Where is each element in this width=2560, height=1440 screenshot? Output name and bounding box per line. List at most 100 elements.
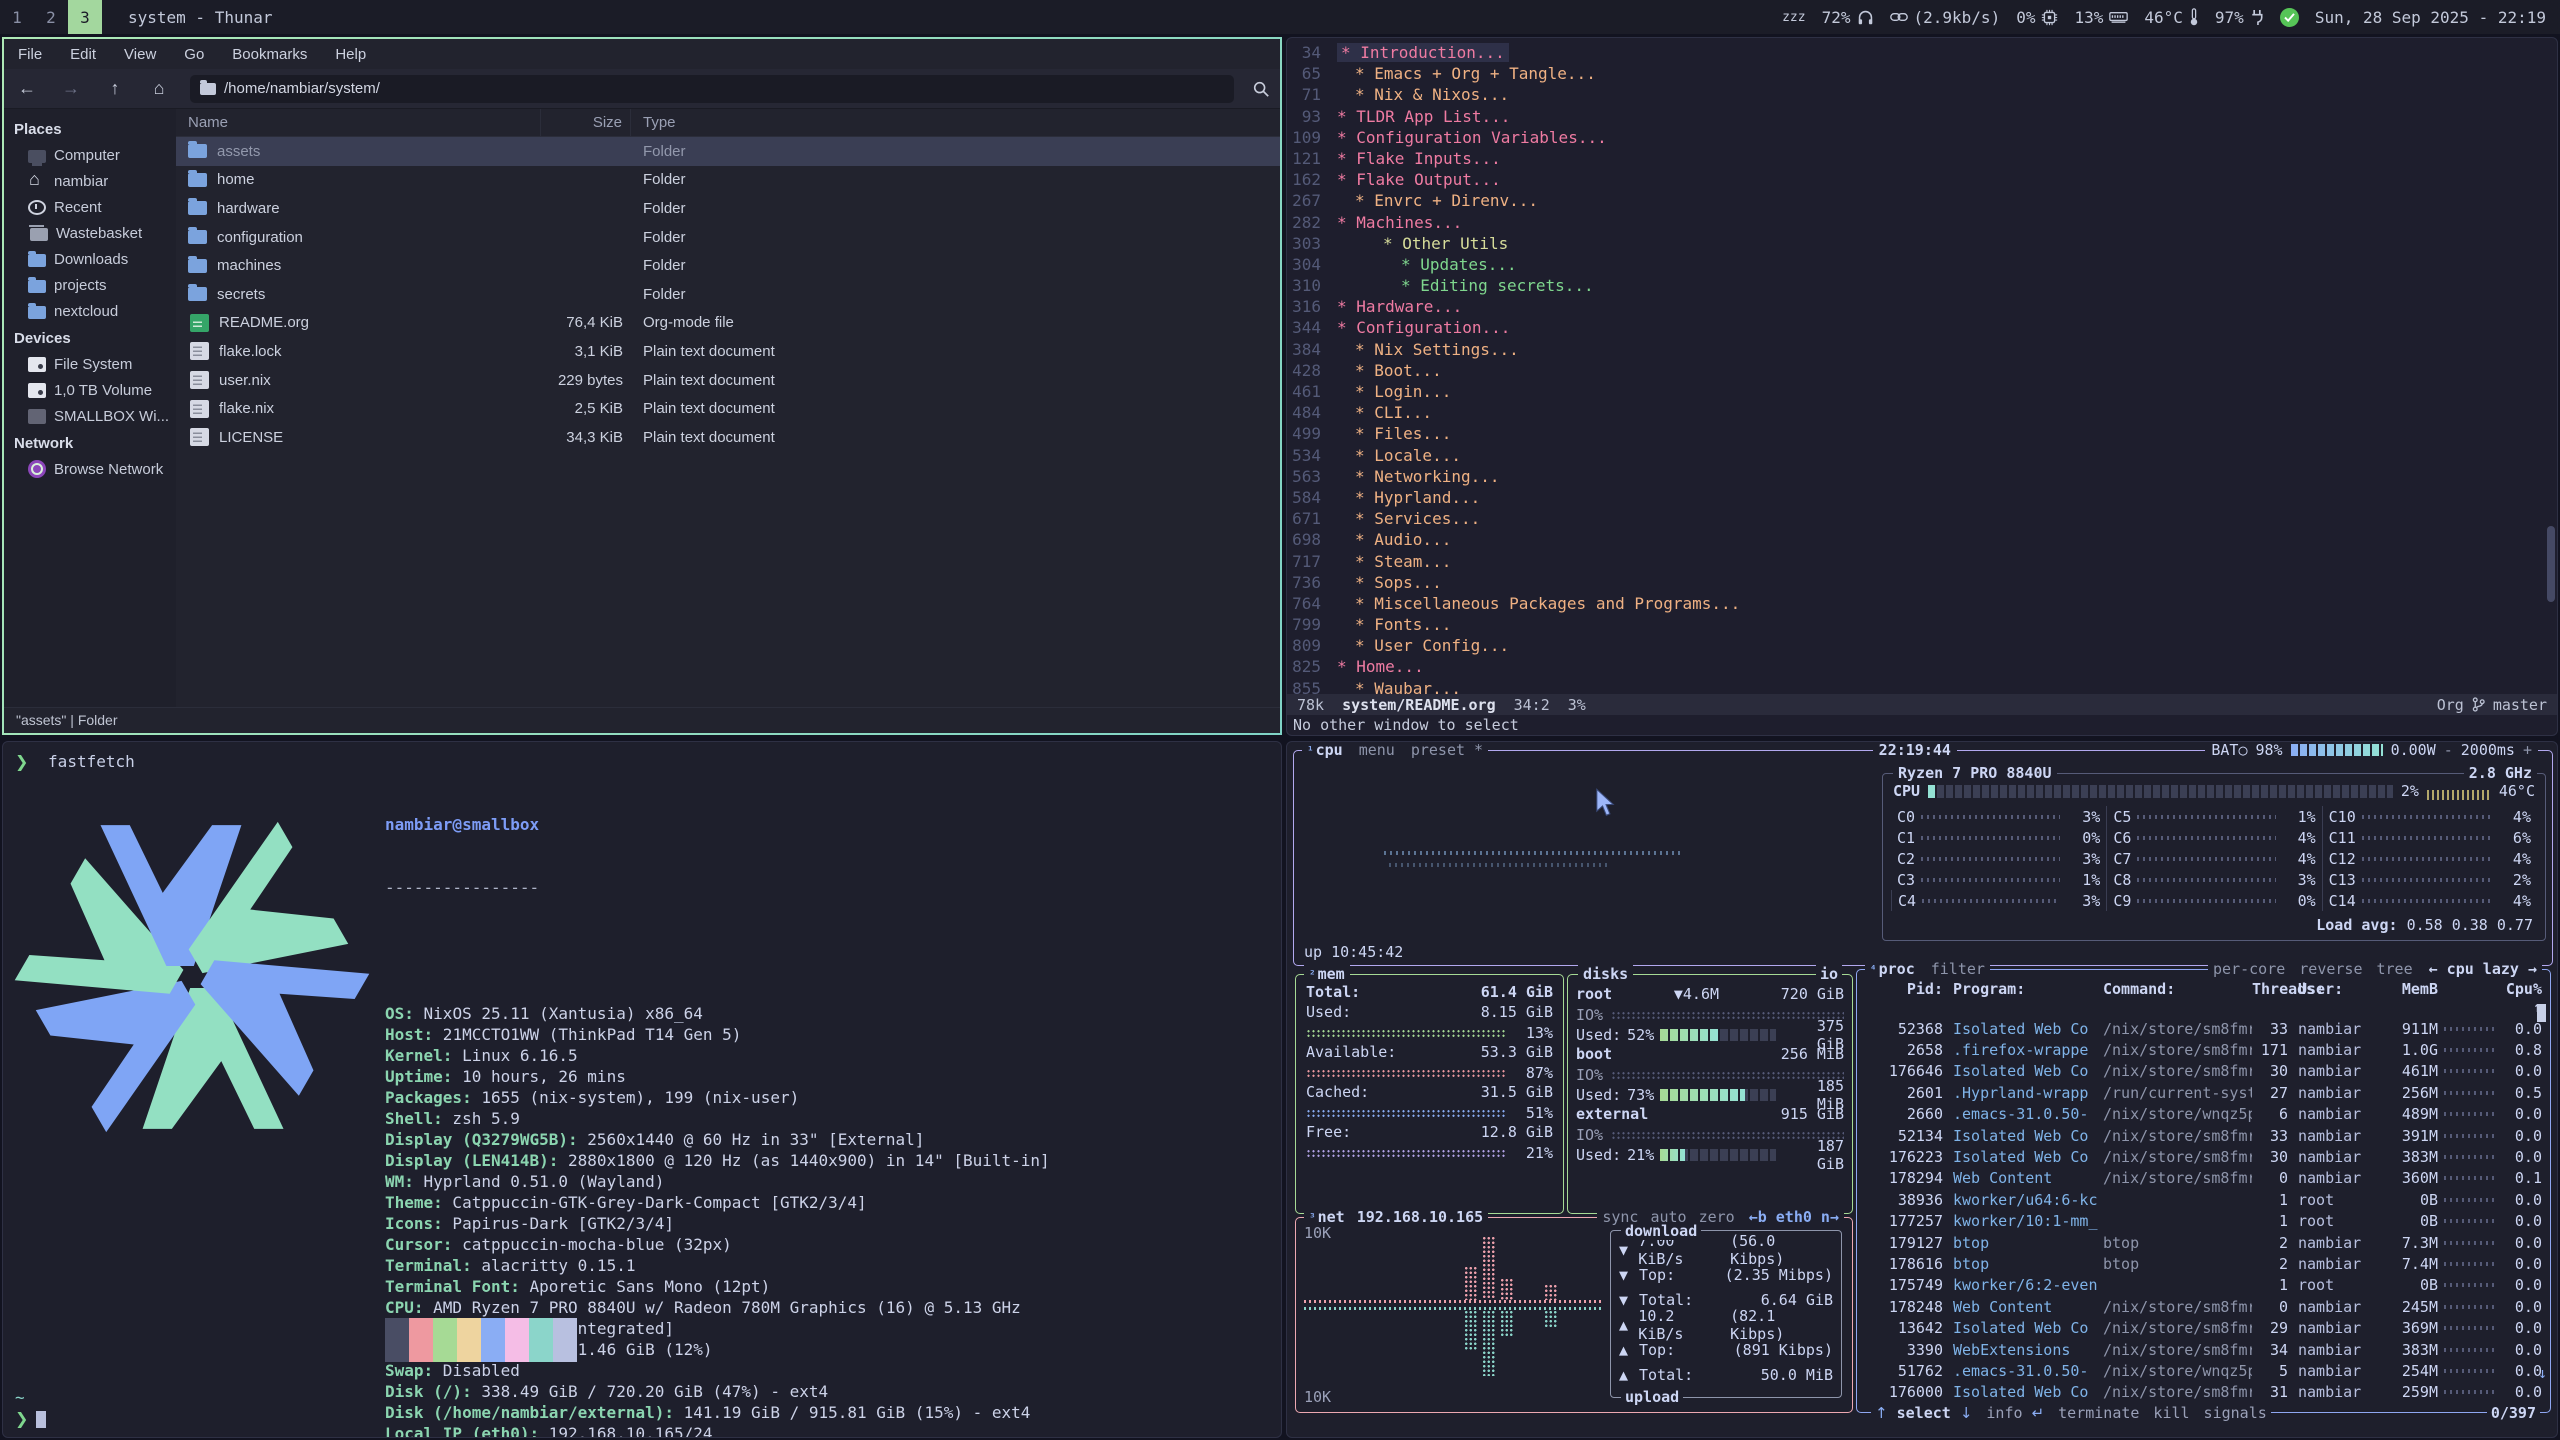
- sidebar-item[interactable]: 1,0 TB Volume: [4, 377, 176, 403]
- process-row[interactable]: 176646 Isolated Web Co /nix/store/sm8fmr…: [1857, 1061, 2550, 1082]
- file-row[interactable]: flake.nix 2,5 KiB Plain text document: [176, 394, 1280, 423]
- sidebar-item[interactable]: Recent: [4, 194, 176, 220]
- workspace-button[interactable]: 1: [0, 0, 34, 34]
- sort-selector[interactable]: ← cpu lazy →: [2429, 960, 2537, 978]
- process-row[interactable]: 178616 btop btop 2 nambiar 7.4M 0.0: [1857, 1253, 2550, 1274]
- search-icon[interactable]: [1252, 80, 1270, 98]
- proc-scrollbar-thumb[interactable]: [2537, 1004, 2546, 1022]
- proc-footer-action[interactable]: terminate: [2058, 1404, 2139, 1422]
- org-heading-line[interactable]: 267 * Envrc + Direnv...: [1287, 190, 2557, 211]
- org-heading-line[interactable]: 736 * Sops...: [1287, 572, 2557, 593]
- proc-tab[interactable]: proc: [1879, 960, 1915, 978]
- interval-increase[interactable]: +: [2523, 741, 2532, 759]
- preset-button[interactable]: preset *: [1411, 741, 1483, 759]
- header-pid[interactable]: Pid:: [1865, 980, 1953, 1016]
- process-row[interactable]: 178294 Web Content /nix/store/sm8fmrf3wp…: [1857, 1168, 2550, 1189]
- process-row[interactable]: 176223 Isolated Web Co /nix/store/sm8fmr…: [1857, 1146, 2550, 1167]
- forward-button[interactable]: →: [58, 78, 84, 99]
- proc-footer-action[interactable]: signals: [2204, 1404, 2267, 1422]
- column-header-size[interactable]: Size: [541, 109, 631, 136]
- process-row[interactable]: 38936 kworker/u64:6-kc 1 root 0B 0.0: [1857, 1189, 2550, 1210]
- scroll-down-indicator[interactable]: ↓: [2538, 1364, 2547, 1382]
- header-mem[interactable]: MemB: [2382, 980, 2438, 1016]
- cpu-tab[interactable]: cpu: [1316, 741, 1343, 759]
- workspace-button[interactable]: 2: [34, 0, 68, 34]
- header-cpu[interactable]: Cpu% ↑: [2502, 980, 2542, 1016]
- org-heading-line[interactable]: 310 * Editing secrets...: [1287, 275, 2557, 296]
- org-heading-line[interactable]: 698 * Audio...: [1287, 529, 2557, 550]
- header-command[interactable]: Command:: [2103, 980, 2252, 1016]
- org-heading-line[interactable]: 316 * Hardware...: [1287, 296, 2557, 317]
- file-row[interactable]: home Folder: [176, 166, 1280, 195]
- file-row[interactable]: configuration Folder: [176, 223, 1280, 252]
- org-heading-line[interactable]: 71 * Nix & Nixos...: [1287, 84, 2557, 105]
- path-bar[interactable]: /home/nambiar/system/: [190, 75, 1234, 103]
- menu-item[interactable]: Go: [184, 46, 204, 63]
- file-row[interactable]: assets Folder: [176, 137, 1280, 166]
- org-heading-line[interactable]: 304 * Updates...: [1287, 254, 2557, 275]
- header-user[interactable]: User:: [2298, 980, 2382, 1016]
- org-heading-line[interactable]: 799 * Fonts...: [1287, 614, 2557, 635]
- org-heading-line[interactable]: 282 * Machines...: [1287, 212, 2557, 233]
- sidebar-item[interactable]: Wastebasket: [4, 220, 176, 246]
- process-row[interactable]: 178248 Web Content /nix/store/sm8fmrf3wp…: [1857, 1296, 2550, 1317]
- menu-item[interactable]: Help: [335, 46, 366, 63]
- clock-module[interactable]: Sun, 28 Sep 2025 - 22:19: [2315, 8, 2546, 27]
- updates-ok-module[interactable]: [2280, 8, 2299, 27]
- process-row[interactable]: 52368 Isolated Web Co /nix/store/sm8fmrf…: [1857, 1018, 2550, 1039]
- column-header-type[interactable]: Type: [631, 109, 1280, 136]
- sidebar-item[interactable]: Computer: [4, 142, 176, 168]
- sidebar-item[interactable]: projects: [4, 272, 176, 298]
- org-heading-line[interactable]: 461 * Login...: [1287, 381, 2557, 402]
- menu-button[interactable]: menu: [1359, 741, 1395, 759]
- sidebar-item[interactable]: Downloads: [4, 246, 176, 272]
- network-module[interactable]: (2.9kb/s): [1890, 8, 2001, 27]
- up-button[interactable]: ↑: [102, 78, 128, 99]
- menu-item[interactable]: Bookmarks: [232, 46, 307, 63]
- org-heading-line[interactable]: 109 * Configuration Variables...: [1287, 127, 2557, 148]
- sidebar-item[interactable]: File System: [4, 351, 176, 377]
- net-option-button[interactable]: zero: [1699, 1208, 1735, 1226]
- proc-option-button[interactable]: reverse: [2299, 960, 2362, 978]
- file-row[interactable]: user.nix 229 bytes Plain text document: [176, 366, 1280, 395]
- idle-inhibitor-module[interactable]: zzz: [1782, 10, 1805, 25]
- io-mode-toggle[interactable]: io: [1816, 965, 1842, 983]
- org-heading-line[interactable]: 764 * Miscellaneous Packages and Program…: [1287, 593, 2557, 614]
- org-heading-line[interactable]: 121 * Flake Inputs...: [1287, 148, 2557, 169]
- header-program[interactable]: Program:: [1953, 980, 2103, 1016]
- process-row[interactable]: 51762 .emacs-31.0.50- /nix/store/wnqz5pa…: [1857, 1360, 2550, 1381]
- volume-module[interactable]: 72%: [1822, 8, 1874, 27]
- interval-decrease[interactable]: -: [2444, 741, 2453, 759]
- process-row[interactable]: 2601 .Hyprland-wrapp /run/current-system…: [1857, 1082, 2550, 1103]
- org-heading-line[interactable]: 484 * CLI...: [1287, 402, 2557, 423]
- org-heading-line[interactable]: 384 * Nix Settings...: [1287, 339, 2557, 360]
- interface-switcher[interactable]: ←b eth0 n→: [1749, 1208, 1839, 1226]
- org-heading-line[interactable]: 428 * Boot...: [1287, 360, 2557, 381]
- sidebar-item[interactable]: Browse Network: [4, 456, 176, 482]
- proc-footer-action[interactable]: ↑ select ↓: [1875, 1404, 1972, 1422]
- org-heading-line[interactable]: 162 * Flake Output...: [1287, 169, 2557, 190]
- cpu-module[interactable]: 0%: [2016, 8, 2058, 27]
- org-heading-line[interactable]: 809 * User Config...: [1287, 635, 2557, 656]
- menu-item[interactable]: Edit: [70, 46, 96, 63]
- org-heading-line[interactable]: 584 * Hyprland...: [1287, 487, 2557, 508]
- org-heading-line[interactable]: 671 * Services...: [1287, 508, 2557, 529]
- memory-module[interactable]: 13%: [2074, 8, 2128, 27]
- sidebar-item[interactable]: SMALLBOX Wi...: [4, 403, 176, 429]
- filter-button[interactable]: filter: [1931, 960, 1985, 978]
- org-heading-line[interactable]: 534 * Locale...: [1287, 445, 2557, 466]
- process-row[interactable]: 13642 Isolated Web Co /nix/store/sm8fmrf…: [1857, 1317, 2550, 1338]
- header-threads[interactable]: Threads:: [2252, 980, 2298, 1016]
- shell-prompt[interactable]: ~ ❯: [15, 1387, 46, 1429]
- process-row[interactable]: 52134 Isolated Web Co /nix/store/sm8fmrf…: [1857, 1125, 2550, 1146]
- process-row[interactable]: 177257 kworker/10:1-mm_ 1 root 0B 0.0: [1857, 1211, 2550, 1232]
- org-heading-line[interactable]: 717 * Steam...: [1287, 551, 2557, 572]
- back-button[interactable]: ←: [14, 78, 40, 99]
- process-row[interactable]: 2660 .emacs-31.0.50- /nix/store/wnqz5pa8…: [1857, 1104, 2550, 1125]
- org-heading-line[interactable]: 34 * Introduction...: [1287, 42, 2557, 63]
- org-heading-line[interactable]: 303 * Other Utils: [1287, 233, 2557, 254]
- process-row[interactable]: 176000 Isolated Web Co /nix/store/sm8fmr…: [1857, 1382, 2550, 1403]
- org-heading-line[interactable]: 825 * Home...: [1287, 656, 2557, 677]
- sidebar-item[interactable]: nextcloud: [4, 298, 176, 324]
- mem-tab[interactable]: mem: [1318, 965, 1345, 983]
